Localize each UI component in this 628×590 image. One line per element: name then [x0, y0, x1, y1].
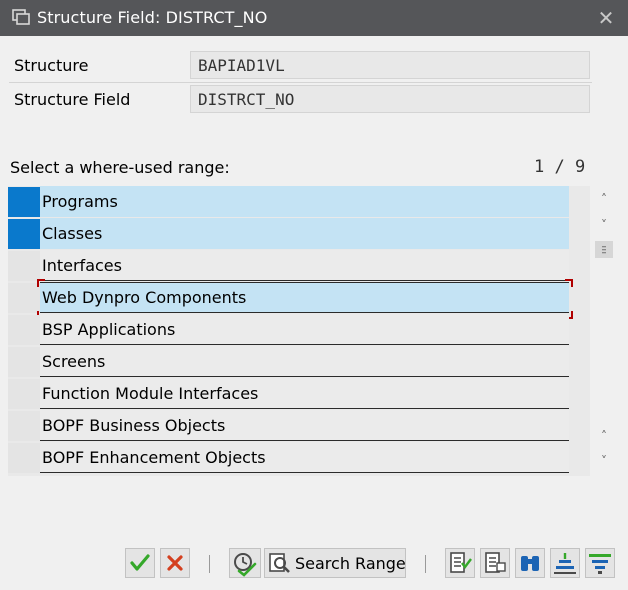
- structure-label: Structure: [14, 56, 89, 75]
- scroll-page-up-icon[interactable]: ˄: [596, 429, 612, 443]
- row-selector[interactable]: [8, 379, 40, 409]
- toolbar-separator: [425, 555, 426, 573]
- structure-field-value: DISTRCT_NO: [190, 85, 590, 113]
- select-all-button[interactable]: [445, 548, 475, 578]
- select-all-icon: [450, 552, 472, 573]
- structure-value: BAPIAD1VL: [190, 51, 590, 79]
- focus-marker: [37, 279, 45, 287]
- search-range-label: Search Range: [295, 554, 406, 573]
- details-icon: [554, 553, 576, 574]
- where-used-range-label: Select a where-used range:: [10, 158, 230, 177]
- row-selector[interactable]: [8, 251, 40, 281]
- range-item-programs[interactable]: Programs: [8, 186, 570, 218]
- field-divider: [9, 82, 592, 83]
- range-item-label: Screens: [40, 346, 569, 377]
- row-selector[interactable]: [8, 315, 40, 345]
- toolbar-separator: [209, 555, 210, 573]
- range-item-label: Classes: [40, 218, 569, 249]
- filter-button[interactable]: [585, 548, 615, 578]
- range-item-interfaces[interactable]: Interfaces: [8, 250, 570, 282]
- page-counter: 1 / 9: [534, 157, 586, 177]
- range-item-label: Web Dynpro Components: [40, 282, 569, 313]
- row-selector[interactable]: [8, 219, 40, 249]
- range-item-web-dynpro-components[interactable]: Web Dynpro Components: [8, 279, 573, 319]
- cancel-x-icon: [167, 555, 183, 571]
- title-bar: Structure Field: DISTRCT_NO ✕: [0, 0, 628, 36]
- details-button[interactable]: [550, 548, 580, 578]
- row-selector[interactable]: [8, 347, 40, 377]
- scroll-page-down-icon[interactable]: ˅: [596, 454, 612, 468]
- scroll-up-icon[interactable]: ˄: [596, 192, 612, 206]
- row-selector[interactable]: [8, 411, 40, 441]
- scroll-down-icon[interactable]: ˅: [596, 218, 612, 232]
- continue-button[interactable]: [125, 548, 155, 578]
- row-selector[interactable]: [8, 187, 40, 217]
- scroll-thumb-grip-icon: [602, 246, 606, 254]
- search-clock-icon: [234, 553, 257, 577]
- window-title: Structure Field: DISTRCT_NO: [37, 8, 268, 27]
- binoculars-icon: [521, 556, 539, 571]
- close-icon[interactable]: ✕: [598, 6, 615, 30]
- search-range-button[interactable]: Search Range: [264, 548, 406, 578]
- scrollbar-thumb[interactable]: [595, 241, 613, 258]
- range-item-label: BOPF Business Objects: [40, 410, 569, 441]
- range-item-classes[interactable]: Classes: [8, 218, 570, 250]
- cancel-button[interactable]: [160, 548, 190, 578]
- range-item-function-module-interfaces[interactable]: Function Module Interfaces: [8, 378, 570, 410]
- range-item-bsp-applications[interactable]: BSP Applications: [8, 314, 570, 346]
- search-range-icon: [269, 553, 290, 573]
- range-item-label: BOPF Enhancement Objects: [40, 442, 569, 473]
- filter-icon: [589, 554, 611, 574]
- range-item-label: Function Module Interfaces: [40, 378, 569, 409]
- deselect-all-button[interactable]: [480, 548, 510, 578]
- close-button[interactable]: ✕: [594, 7, 618, 29]
- search-history-button[interactable]: [229, 548, 261, 578]
- focus-marker: [565, 279, 573, 287]
- range-item-label: BSP Applications: [40, 314, 569, 345]
- row-selector[interactable]: [8, 443, 40, 473]
- window-menu-icon[interactable]: [12, 9, 30, 25]
- range-item-label: Programs: [40, 186, 569, 217]
- find-button[interactable]: [515, 548, 545, 578]
- checkmark-icon: [130, 554, 150, 571]
- range-item-label: Interfaces: [40, 250, 569, 281]
- where-used-range-list: Programs Classes Interfaces Web Dynpro C…: [8, 186, 607, 476]
- structure-field-label: Structure Field: [14, 90, 131, 109]
- range-item-bopf-business-objects[interactable]: BOPF Business Objects: [8, 410, 570, 442]
- range-item-bopf-enhancement-objects[interactable]: BOPF Enhancement Objects: [8, 442, 570, 474]
- deselect-all-icon: [485, 552, 506, 573]
- range-item-screens[interactable]: Screens: [8, 346, 570, 378]
- row-selector[interactable]: [8, 283, 40, 313]
